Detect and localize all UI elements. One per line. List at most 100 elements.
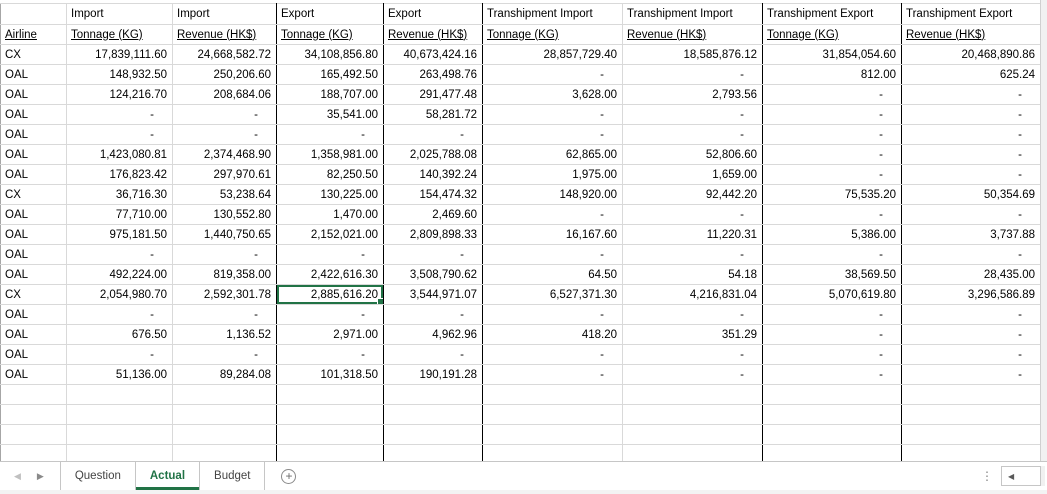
empty-cell[interactable] [482,384,623,405]
scroll-left-button[interactable]: ◀ [1001,466,1041,486]
airline-cell[interactable]: OAL [0,64,67,85]
airline-cell[interactable]: OAL [0,124,67,145]
value-cell[interactable]: 188,707.00 [276,84,384,105]
column-header-cell[interactable]: Revenue (HK$) [901,24,1040,45]
value-cell[interactable]: 2,025,788.08 [383,144,483,165]
value-cell[interactable]: - [172,344,277,365]
value-cell[interactable]: 351.29 [622,324,763,345]
empty-cell[interactable] [383,404,483,425]
value-cell[interactable]: 77,710.00 [66,204,173,225]
value-cell[interactable]: - [762,164,902,185]
value-cell[interactable]: 148,920.00 [482,184,623,205]
airline-cell[interactable]: OAL [0,224,67,245]
value-cell[interactable]: - [482,364,623,385]
value-cell[interactable]: 101,318.50 [276,364,384,385]
value-cell[interactable]: - [622,344,763,365]
value-cell[interactable]: - [172,244,277,265]
value-cell[interactable]: - [172,304,277,325]
empty-cell[interactable] [762,444,902,461]
value-cell[interactable]: 291,477.48 [383,84,483,105]
value-cell[interactable]: - [482,204,623,225]
value-cell[interactable]: 975,181.50 [66,224,173,245]
group-header-cell[interactable]: Import [66,3,173,25]
group-header-cell[interactable] [0,3,67,25]
scrollbar-track[interactable] [1041,466,1045,486]
value-cell[interactable]: 2,374,468.90 [172,144,277,165]
empty-cell[interactable] [482,404,623,425]
value-cell[interactable]: - [901,164,1040,185]
empty-cell[interactable] [172,424,277,445]
vertical-scrollbar[interactable] [1040,0,1047,461]
value-cell[interactable]: 3,544,971.07 [383,284,483,305]
value-cell[interactable]: 2,592,301.78 [172,284,277,305]
value-cell[interactable]: 53,238.64 [172,184,277,205]
value-cell[interactable]: 54.18 [622,264,763,285]
value-cell[interactable]: - [622,364,763,385]
value-cell[interactable]: 89,284.08 [172,364,277,385]
value-cell[interactable]: 297,970.61 [172,164,277,185]
value-cell[interactable]: 50,354.69 [901,184,1040,205]
value-cell[interactable]: 154,474.32 [383,184,483,205]
empty-cell[interactable] [622,444,763,461]
group-header-cell[interactable]: Export [383,3,483,25]
value-cell[interactable]: - [762,344,902,365]
empty-cell[interactable] [0,384,67,405]
value-cell[interactable]: 418.20 [482,324,623,345]
airline-cell[interactable]: OAL [0,244,67,265]
value-cell[interactable]: 2,422,616.30 [276,264,384,285]
value-cell[interactable]: 51,136.00 [66,364,173,385]
empty-cell[interactable] [383,424,483,445]
horizontal-scrollbar[interactable]: ◀ [1001,466,1045,486]
value-cell[interactable]: - [622,204,763,225]
empty-cell[interactable] [622,384,763,405]
value-cell[interactable]: 64.50 [482,264,623,285]
value-cell[interactable]: 1,975.00 [482,164,623,185]
value-cell[interactable]: 5,386.00 [762,224,902,245]
value-cell[interactable]: - [383,124,483,145]
value-cell[interactable]: - [482,64,623,85]
airline-cell[interactable]: OAL [0,264,67,285]
empty-cell[interactable] [0,404,67,425]
value-cell[interactable]: 28,435.00 [901,264,1040,285]
value-cell[interactable]: 3,508,790.62 [383,264,483,285]
airline-cell[interactable]: OAL [0,324,67,345]
empty-cell[interactable] [622,404,763,425]
airline-cell[interactable]: OAL [0,144,67,165]
empty-cell[interactable] [901,384,1040,405]
value-cell[interactable]: - [66,304,173,325]
value-cell[interactable]: 24,668,582.72 [172,44,277,65]
value-cell[interactable]: 35,541.00 [276,104,384,125]
value-cell[interactable]: 1,136.52 [172,324,277,345]
tab-splitter-icon[interactable]: ⋮ [981,469,993,483]
airline-cell[interactable]: OAL [0,104,67,125]
value-cell[interactable]: - [66,104,173,125]
value-cell[interactable]: 812.00 [762,64,902,85]
value-cell[interactable]: 2,971.00 [276,324,384,345]
value-cell[interactable]: 16,167.60 [482,224,623,245]
value-cell[interactable]: - [172,124,277,145]
value-cell[interactable]: - [622,244,763,265]
empty-cell[interactable] [901,424,1040,445]
empty-cell[interactable] [901,404,1040,425]
value-cell[interactable]: 2,054,980.70 [66,284,173,305]
value-cell[interactable]: - [622,304,763,325]
value-cell[interactable]: - [276,244,384,265]
value-cell[interactable]: 4,216,831.04 [622,284,763,305]
empty-cell[interactable] [383,384,483,405]
value-cell[interactable]: 2,885,616.20 [276,284,384,305]
value-cell[interactable]: 165,492.50 [276,64,384,85]
value-cell[interactable]: 625.24 [901,64,1040,85]
value-cell[interactable]: 20,468,890.86 [901,44,1040,65]
empty-cell[interactable] [276,424,384,445]
value-cell[interactable]: - [901,304,1040,325]
value-cell[interactable]: - [901,104,1040,125]
empty-cell[interactable] [901,444,1040,461]
empty-cell[interactable] [66,424,173,445]
empty-cell[interactable] [482,444,623,461]
airline-cell[interactable]: CX [0,284,67,305]
value-cell[interactable]: 3,296,586.89 [901,284,1040,305]
empty-cell[interactable] [172,404,277,425]
value-cell[interactable]: - [901,364,1040,385]
group-header-cell[interactable]: Transhipment Export [762,3,902,25]
empty-cell[interactable] [762,424,902,445]
